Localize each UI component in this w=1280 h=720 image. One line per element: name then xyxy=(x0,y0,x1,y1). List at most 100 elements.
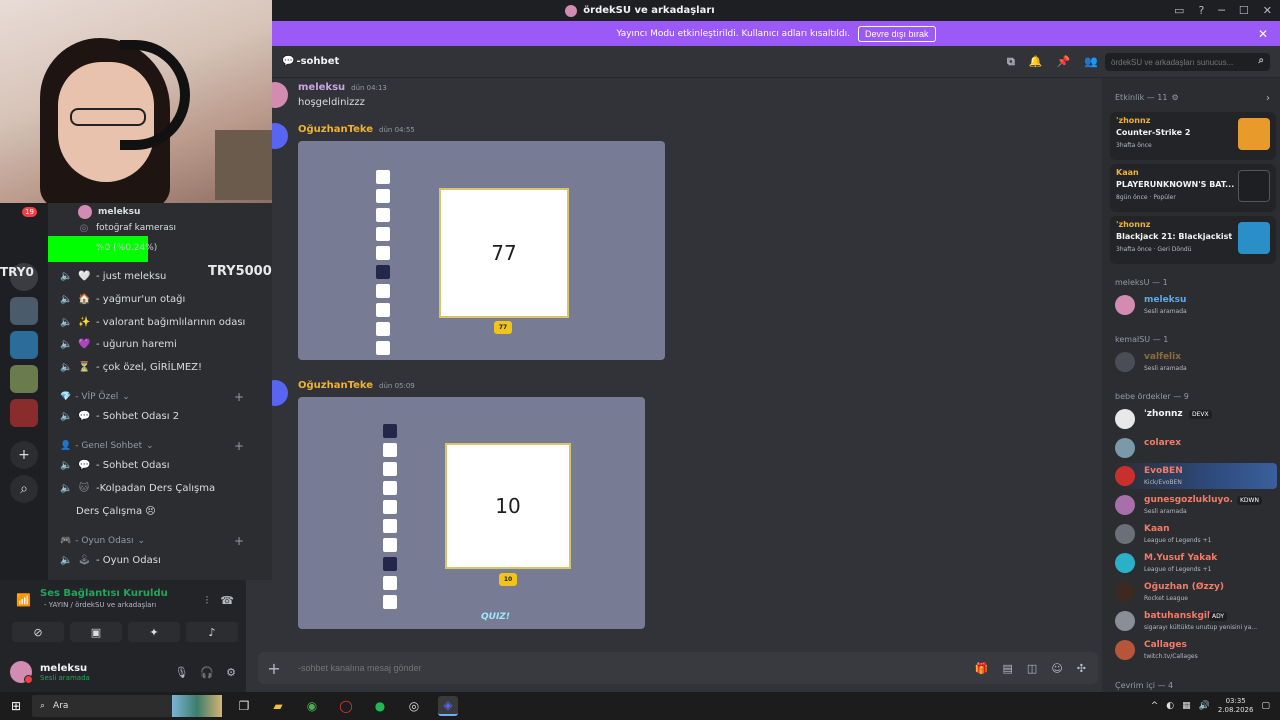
cell xyxy=(383,481,397,495)
clock[interactable]: 03:35 2.08.2026 xyxy=(1218,697,1254,715)
channel-item[interactable]: 🔈 ✨ - valorant bağımlılarının odası xyxy=(60,313,245,331)
channel-item[interactable]: 🔈 🏠 - yağmur'un otağı xyxy=(60,290,185,308)
message-author[interactable]: OğuzhanTeke dün 05:09 xyxy=(298,380,415,391)
avatar[interactable] xyxy=(272,123,288,149)
taskbar-search[interactable]: ⌕ Ara xyxy=(32,695,222,717)
discord-icon[interactable]: ◈ xyxy=(438,696,458,716)
minimize-button[interactable]: ─ xyxy=(1218,4,1225,17)
avatar[interactable] xyxy=(10,661,33,684)
search-input[interactable] xyxy=(1105,53,1270,71)
server-item[interactable] xyxy=(10,297,38,325)
activity-card[interactable]: 'zhonnz Counter-Strike 2 3hafta önce xyxy=(1110,112,1276,160)
screen-share-button[interactable]: ▣ xyxy=(70,622,122,642)
category-oyun[interactable]: 🎮 - Oyun Odası ⌄ + xyxy=(60,534,244,548)
quiz-logo: QUIZ! xyxy=(481,612,510,622)
activity-header[interactable]: Etkinlik — 11 ⚙ xyxy=(1115,93,1179,102)
help-icon[interactable]: ? xyxy=(1198,4,1204,17)
opera-icon[interactable]: ◯ xyxy=(336,696,356,716)
task-view-icon[interactable]: ❐ xyxy=(234,696,254,716)
discover-icon[interactable]: ⌕ xyxy=(10,475,38,503)
member-status: Kick/EvoBEN xyxy=(1144,479,1182,486)
gear-icon[interactable]: ⚙ xyxy=(226,666,236,679)
channel-item[interactable]: 🔈 💬 - Sohbet Odası 2 xyxy=(60,407,179,425)
server-item[interactable] xyxy=(10,399,38,427)
attach-plus-icon[interactable]: + xyxy=(258,659,290,678)
category-vip[interactable]: 💎 - VİP Özel ⌄ + xyxy=(60,390,244,404)
channel-item[interactable]: 🔈 🤍 - just meleksu xyxy=(60,267,166,285)
inbox-icon[interactable]: ▭ xyxy=(1174,4,1184,17)
pin-icon[interactable]: 📌 xyxy=(1057,55,1071,69)
member-item[interactable]: gunesgozlukluyo... Sesli aramada KDWN xyxy=(1115,492,1277,518)
volume-icon[interactable]: 🔊 xyxy=(1199,701,1210,711)
avatar[interactable] xyxy=(272,380,288,406)
voice-status[interactable]: Ses Bağlantısı Kuruldu xyxy=(40,588,232,599)
message-author[interactable]: meleksu dün 04:13 xyxy=(298,82,387,93)
sticker-icon[interactable]: ◫ xyxy=(1027,662,1037,675)
search-icon: ⌕ xyxy=(40,701,46,711)
spotify-icon[interactable]: ● xyxy=(370,696,390,716)
headset-icon[interactable]: 🎧 xyxy=(200,666,214,679)
file-explorer-icon[interactable]: ▰ xyxy=(268,696,288,716)
apps-icon[interactable]: ✣ xyxy=(1077,662,1086,675)
server-item[interactable] xyxy=(10,331,38,359)
add-channel-icon[interactable]: + xyxy=(234,534,244,548)
tray-app-icon[interactable]: ◐ xyxy=(1166,701,1174,711)
channel-item[interactable]: 🔈 ⏳ - çok özel, GİRİLMEZ! xyxy=(60,358,202,376)
chrome-icon[interactable]: ◉ xyxy=(302,696,322,716)
member-item[interactable]: colarex xyxy=(1115,435,1277,461)
noise-suppression-icon[interactable]: ⫶ xyxy=(206,594,209,608)
microphone-icon[interactable]: 🎙 xyxy=(174,666,188,679)
gift-icon[interactable]: 🎁 xyxy=(975,662,989,675)
activity-card[interactable]: 'zhonnz Blackjack 21: Blackjackist 3haft… xyxy=(1110,216,1276,264)
user-info[interactable]: meleksu Sesli aramada xyxy=(40,663,90,682)
add-channel-icon[interactable]: + xyxy=(234,439,244,453)
member-item[interactable]: Kaan League of Legends +1 xyxy=(1115,521,1277,547)
channel-item[interactable]: Ders Çalışma 😣 xyxy=(76,502,156,520)
avatar[interactable] xyxy=(272,82,288,108)
member-name: Kaan xyxy=(1144,524,1170,534)
obs-icon[interactable]: ◎ xyxy=(404,696,424,716)
member-status: twitch.tv/Callages xyxy=(1144,653,1198,660)
disconnect-icon[interactable]: ☎ xyxy=(220,594,234,608)
member-item[interactable]: M.Yusuf Yakak League of Legends +1 xyxy=(1115,550,1277,576)
channel-item[interactable]: 🔈 💜 - uğurun haremi xyxy=(60,335,177,353)
emoji-icon[interactable]: ☺ xyxy=(1051,662,1062,675)
members-icon[interactable]: 👥 xyxy=(1084,55,1098,69)
image-attachment[interactable]: 77 77 xyxy=(298,141,665,360)
bell-icon[interactable]: 🔔 xyxy=(1029,55,1043,69)
close-icon[interactable]: ✕ xyxy=(1258,27,1268,41)
activity-card[interactable]: Kaan PLAYERUNKNOWN'S BAT... 8gün önce · … xyxy=(1110,164,1276,212)
add-server-icon[interactable]: + xyxy=(10,441,38,469)
gif-icon[interactable]: ▤ xyxy=(1003,662,1013,675)
chevron-up-icon[interactable]: ^ xyxy=(1151,701,1159,711)
activity-button[interactable]: ✦ xyxy=(128,622,180,642)
channel-item[interactable]: 🔈 🕹 - Oyun Odası xyxy=(60,551,161,569)
soundboard-button[interactable]: ♪ xyxy=(186,622,238,642)
member-item[interactable]: meleksu Sesli aramada xyxy=(1115,292,1277,318)
avatar xyxy=(1115,295,1135,315)
network-icon[interactable]: ▦ xyxy=(1182,701,1191,711)
image-attachment[interactable]: 10 10 QUIZ! xyxy=(298,397,645,629)
windows-start-icon[interactable]: ⊞ xyxy=(0,699,32,713)
member-item[interactable]: valfelix Sesli aramada xyxy=(1115,349,1277,375)
threads-icon[interactable]: ⧉ xyxy=(1007,55,1015,69)
chevron-right-icon[interactable]: › xyxy=(1266,93,1270,104)
server-item[interactable] xyxy=(10,365,38,393)
message-author[interactable]: OğuzhanTeke dün 04:55 xyxy=(298,124,415,135)
camera-off-button[interactable]: ⊘ xyxy=(12,622,64,642)
voice-channel[interactable]: - YAYIN / ördekSU ve arkadaşları xyxy=(44,601,232,609)
member-item[interactable]: batuhanskgilu ADY sigarayı kültükte unut… xyxy=(1115,608,1277,634)
member-item[interactable]: 'zhonnz DEVX xyxy=(1115,406,1277,432)
member-item[interactable]: Oğuzhan (Øzzy) Rocket League xyxy=(1115,579,1277,605)
disable-streamer-mode-button[interactable]: Devre dışı bırak xyxy=(858,25,936,42)
member-item[interactable]: Callages twitch.tv/Callages xyxy=(1115,637,1277,663)
close-window-button[interactable]: ✕ xyxy=(1263,4,1272,17)
notification-icon[interactable]: ▢ xyxy=(1261,701,1270,711)
maximize-button[interactable]: ☐ xyxy=(1239,4,1249,17)
add-channel-icon[interactable]: + xyxy=(234,390,244,404)
channel-item[interactable]: 🔈 💬 - Sohbet Odası xyxy=(60,456,170,474)
message-input[interactable] xyxy=(290,663,975,673)
member-item[interactable]: EvoBEN Kick/EvoBEN xyxy=(1115,463,1277,489)
channel-item[interactable]: 🔈 🐱 -Kolpadan Ders Çalışma xyxy=(60,479,215,497)
category-genel[interactable]: 👤 - Genel Sohbet ⌄ + xyxy=(60,439,244,453)
